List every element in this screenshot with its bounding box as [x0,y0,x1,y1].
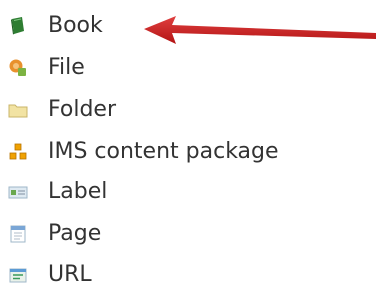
resource-item-label[interactable]: Label [8,176,107,208]
resource-item-page[interactable]: Page [8,218,101,250]
folder-icon [8,100,28,120]
page-icon [8,224,28,244]
resource-label-file: File [48,55,85,80]
annotation-arrow [144,16,376,44]
book-icon [8,16,28,36]
resource-item-ims-content-package[interactable]: IMS content package [8,136,279,168]
resource-label-label: Label [48,179,108,204]
resource-item-folder[interactable]: Folder [8,94,116,126]
resource-label-book: Book [48,13,103,38]
resource-label-url: URL [48,262,92,287]
file-icon [8,58,28,78]
resource-item-file[interactable]: File [8,52,85,84]
ims-package-icon [8,142,28,162]
resource-label-folder: Folder [48,97,116,122]
resource-item-url[interactable]: URL [8,259,92,291]
url-icon [8,265,28,285]
label-icon [8,182,28,202]
resource-item-book[interactable]: Book [8,10,103,42]
resource-label-page: Page [48,221,102,246]
resource-label-ims-content-package: IMS content package [48,139,279,164]
